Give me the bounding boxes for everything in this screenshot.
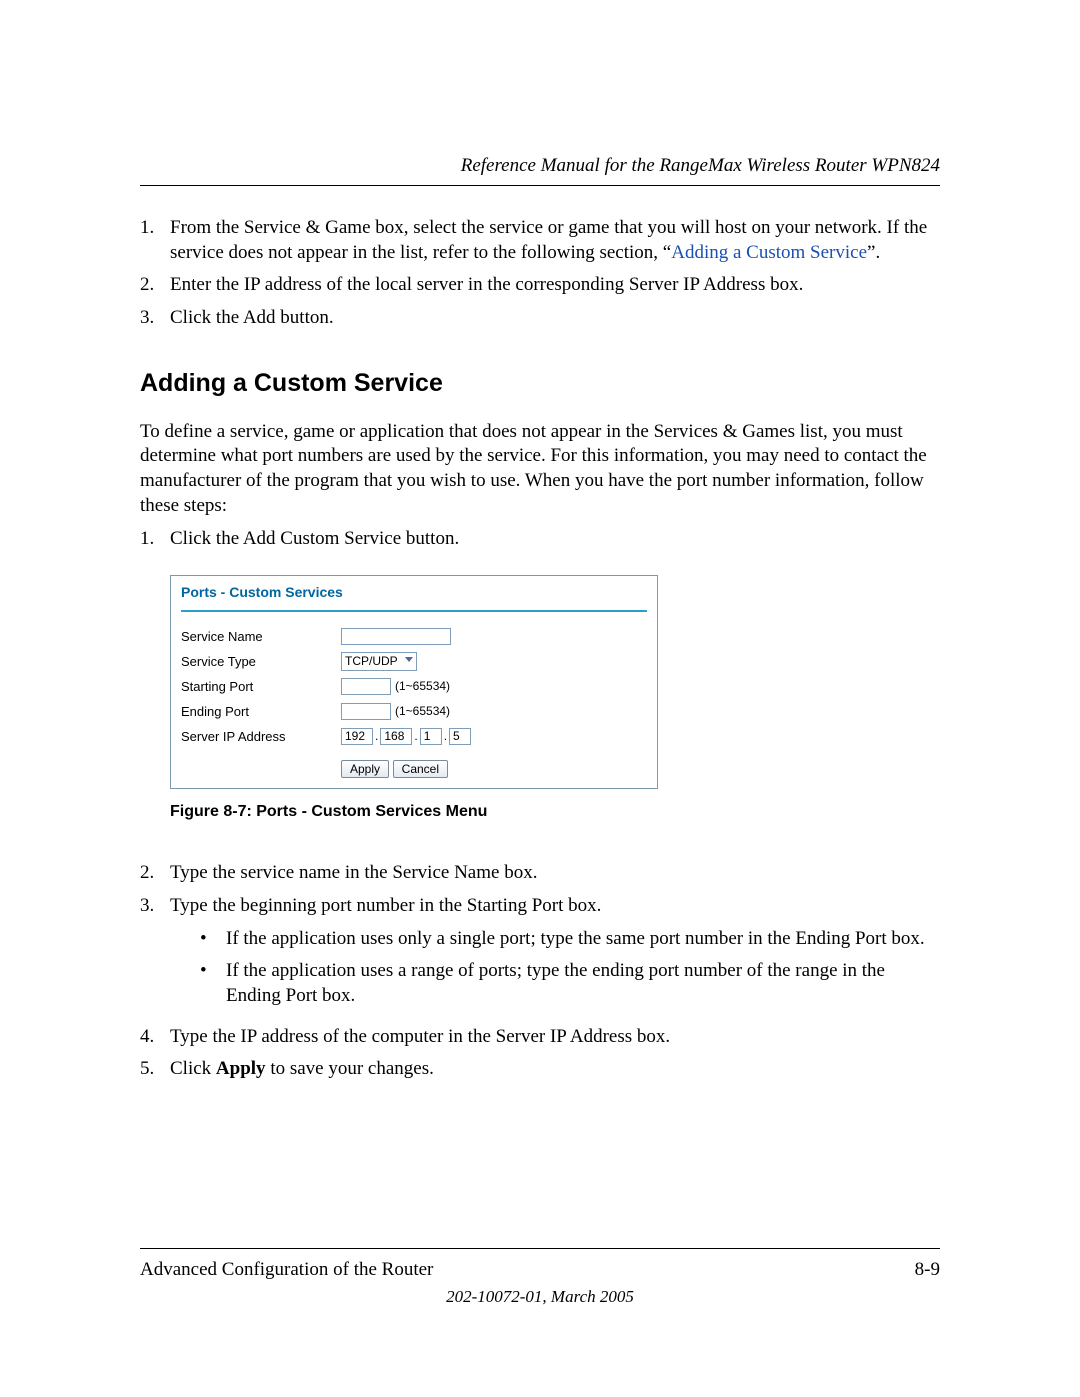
page-header-title: Reference Manual for the RangeMax Wirele… <box>140 155 940 186</box>
bullet-marker: • <box>200 959 226 1008</box>
list-text: Type the IP address of the computer in t… <box>170 1025 940 1050</box>
page-number: 8-9 <box>915 1259 940 1281</box>
list-text: Click the Add Custom Service button. <box>170 527 940 552</box>
select-value: TCP/UDP <box>345 654 398 668</box>
list-number: 2. <box>140 273 170 298</box>
list-number: 1. <box>140 527 170 552</box>
list-text-line: Type the beginning port number in the St… <box>170 894 940 919</box>
list-item: 4. Type the IP address of the computer i… <box>140 1025 940 1050</box>
ip-octet-1-input[interactable] <box>341 728 373 745</box>
list-item: 2. Enter the IP address of the local ser… <box>140 273 940 298</box>
figure-panel: Ports - Custom Services Service Name Ser… <box>170 575 658 789</box>
text-fragment: to save your changes. <box>266 1058 434 1079</box>
ip-separator: . <box>414 729 417 743</box>
service-name-input[interactable] <box>341 628 451 645</box>
field-label: Server IP Address <box>181 729 341 744</box>
bold-text: Apply <box>216 1058 266 1079</box>
page-footer: Advanced Configuration of the Router 8-9… <box>140 1248 940 1307</box>
figure-caption: Figure 8-7: Ports - Custom Services Menu <box>170 803 940 821</box>
cross-reference-link[interactable]: Adding a Custom Service <box>671 242 867 263</box>
form-row: Server IP Address . . . <box>181 726 647 746</box>
list-text: Type the service name in the Service Nam… <box>170 861 940 886</box>
ip-octet-3-input[interactable] <box>420 728 442 745</box>
bullet-text: If the application uses only a single po… <box>226 927 925 952</box>
list-number: 5. <box>140 1057 170 1082</box>
ordered-list-steps: 1. Click the Add Custom Service button. <box>140 527 940 552</box>
panel-title: Ports - Custom Services <box>181 584 647 610</box>
list-item: 5. Click Apply to save your changes. <box>140 1057 940 1082</box>
starting-port-input[interactable] <box>341 678 391 695</box>
divider <box>181 610 647 612</box>
footer-line: Advanced Configuration of the Router 8-9 <box>140 1248 940 1281</box>
list-item: 2. Type the service name in the Service … <box>140 861 940 886</box>
list-text: Click Apply to save your changes. <box>170 1057 940 1082</box>
ending-port-input[interactable] <box>341 703 391 720</box>
figure: Ports - Custom Services Service Name Ser… <box>170 575 940 821</box>
list-number: 3. <box>140 306 170 331</box>
form-row: Service Type TCP/UDP <box>181 651 647 671</box>
bullet-item: • If the application uses only a single … <box>200 927 940 952</box>
list-number: 4. <box>140 1025 170 1050</box>
ip-octet-2-input[interactable] <box>380 728 412 745</box>
field-label: Service Type <box>181 654 341 669</box>
footer-doc-id: 202-10072-01, March 2005 <box>140 1287 940 1307</box>
list-number: 1. <box>140 216 170 265</box>
apply-button[interactable]: Apply <box>341 760 389 778</box>
footer-left: Advanced Configuration of the Router <box>140 1259 433 1281</box>
list-text: From the Service & Game box, select the … <box>170 216 940 265</box>
bullet-list: • If the application uses only a single … <box>200 927 940 1009</box>
list-item: 1. Click the Add Custom Service button. <box>140 527 940 552</box>
ip-octet-4-input[interactable] <box>449 728 471 745</box>
section-heading: Adding a Custom Service <box>140 369 940 398</box>
bullet-item: • If the application uses a range of por… <box>200 959 940 1008</box>
field-label: Starting Port <box>181 679 341 694</box>
list-item: 3. Type the beginning port number in the… <box>140 894 940 1017</box>
bullet-marker: • <box>200 927 226 952</box>
cancel-button[interactable]: Cancel <box>393 760 448 778</box>
ordered-list-top: 1. From the Service & Game box, select t… <box>140 216 940 331</box>
field-hint: (1~65534) <box>395 679 450 693</box>
service-type-select[interactable]: TCP/UDP <box>341 652 417 671</box>
field-label: Ending Port <box>181 704 341 719</box>
form-row: Ending Port (1~65534) <box>181 701 647 721</box>
form-row: Starting Port (1~65534) <box>181 676 647 696</box>
field-hint: (1~65534) <box>395 704 450 718</box>
list-number: 3. <box>140 894 170 1017</box>
document-page: Reference Manual for the RangeMax Wirele… <box>0 0 1080 1397</box>
text-fragment: ”. <box>867 242 880 263</box>
ordered-list-continued: 2. Type the service name in the Service … <box>140 861 940 1082</box>
list-text: Enter the IP address of the local server… <box>170 273 940 298</box>
text-fragment: Click <box>170 1058 216 1079</box>
button-row: Apply Cancel <box>181 760 647 778</box>
paragraph: To define a service, game or application… <box>140 420 940 519</box>
field-label: Service Name <box>181 629 341 644</box>
list-text: Click the Add button. <box>170 306 940 331</box>
form-row: Service Name <box>181 626 647 646</box>
list-number: 2. <box>140 861 170 886</box>
ip-separator: . <box>444 729 447 743</box>
ip-separator: . <box>375 729 378 743</box>
list-item: 1. From the Service & Game box, select t… <box>140 216 940 265</box>
bullet-text: If the application uses a range of ports… <box>226 959 940 1008</box>
list-text: Type the beginning port number in the St… <box>170 894 940 1017</box>
list-item: 3. Click the Add button. <box>140 306 940 331</box>
